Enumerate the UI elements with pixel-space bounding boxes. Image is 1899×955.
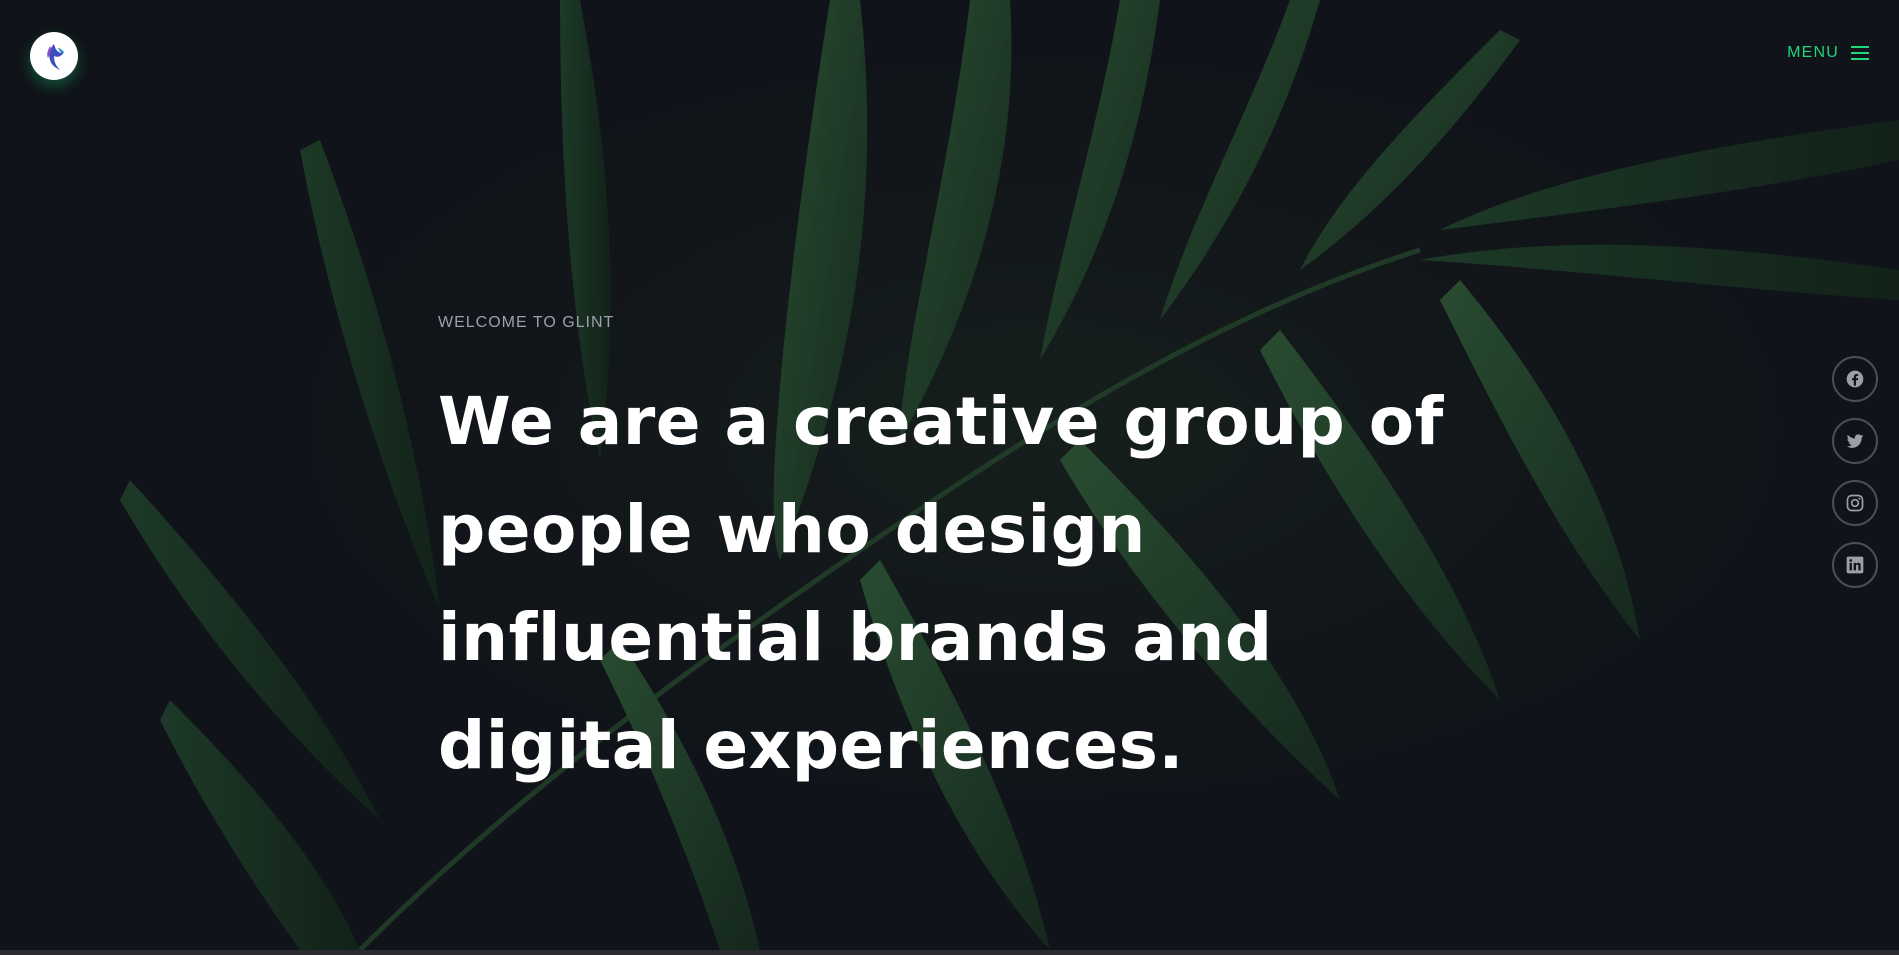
hero-headline: We are a creative group of people who de…: [438, 383, 1444, 784]
twitter-icon: [1846, 434, 1864, 448]
facebook-link[interactable]: [1832, 356, 1878, 402]
menu-toggle[interactable]: MENU: [1787, 44, 1869, 62]
linkedin-link[interactable]: [1832, 542, 1878, 588]
hamburger-icon: [1851, 46, 1869, 60]
hero-section: MENU WELCOME TO GLINT We are a creative …: [0, 0, 1899, 950]
linkedin-icon: [1846, 556, 1864, 574]
menu-label: MENU: [1787, 44, 1839, 61]
site-logo[interactable]: [30, 32, 78, 80]
facebook-icon: [1846, 370, 1864, 388]
twitter-link[interactable]: [1832, 418, 1878, 464]
hero-pre-title: WELCOME TO GLINT: [438, 314, 615, 331]
hero-content: WELCOME TO GLINT We are a creative group…: [438, 300, 1538, 800]
bottom-divider: [0, 950, 1899, 955]
bird-logo-icon: [47, 44, 64, 70]
social-links: [1832, 356, 1878, 588]
instagram-link[interactable]: [1832, 480, 1878, 526]
instagram-icon: [1846, 494, 1864, 512]
